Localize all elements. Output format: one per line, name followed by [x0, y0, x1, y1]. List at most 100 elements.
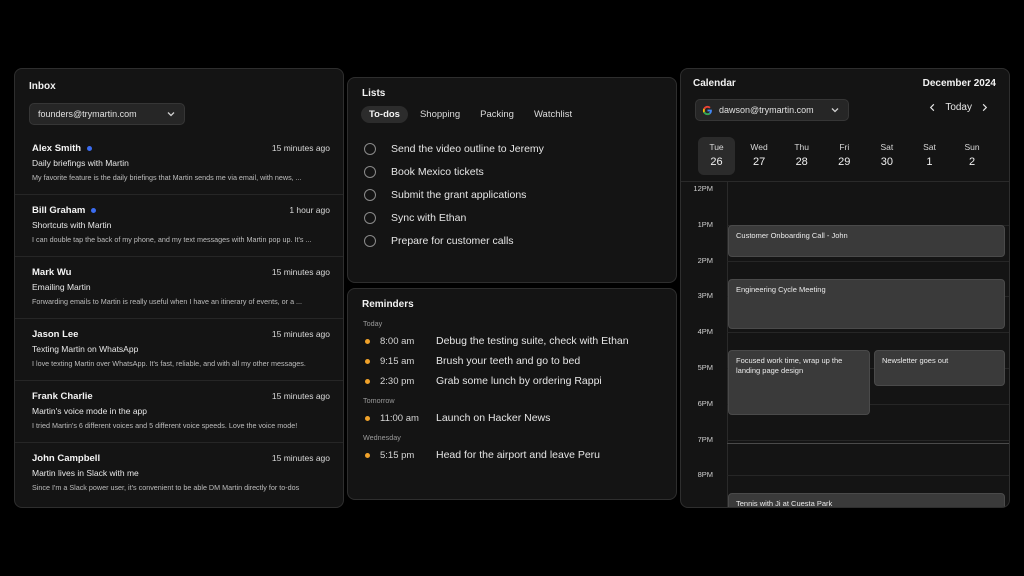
email-row[interactable]: Jason Lee 15 minutes ago Texting Martin on…: [15, 319, 343, 381]
email-subject: Martin's voice mode in the app: [32, 406, 148, 416]
email-preview: I tried Martin's 6 different voices and …: [32, 421, 298, 430]
chevron-left-icon[interactable]: [928, 103, 937, 112]
todo-list: Send the video outline to Jeremy Book Mex…: [364, 137, 544, 252]
reminder-text: Debug the testing suite, check with Etha…: [436, 335, 629, 347]
inbox-account-select[interactable]: founders@trymartin.com: [29, 103, 185, 125]
todo-checkbox[interactable]: [364, 142, 376, 155]
email-subject: Texting Martin on WhatsApp: [32, 344, 139, 354]
inbox-title: Inbox: [29, 81, 56, 92]
reminder-group-label: Today: [363, 319, 383, 328]
chevron-right-icon[interactable]: [980, 103, 989, 112]
hour-row: 8PM: [681, 470, 1009, 479]
email-sender: John Campbell: [32, 452, 101, 464]
day-sun-2[interactable]: Sun 2: [954, 137, 991, 175]
email-header: John Campbell 15 minutes ago: [32, 452, 330, 464]
email-subject: Emailing Martin: [32, 282, 91, 292]
todo-checkbox[interactable]: [364, 188, 376, 201]
todo-checkbox[interactable]: [364, 234, 376, 247]
reminder-time: 8:00 am: [380, 335, 415, 347]
email-row[interactable]: Frank Charlie 15 minutes ago Martin's voic…: [15, 381, 343, 443]
day-fri-29[interactable]: Fri 29: [826, 137, 863, 175]
day-sat-30[interactable]: Sat 30: [868, 137, 905, 175]
calendar-event[interactable]: Tennis with Ji at Cuesta Park: [728, 493, 1005, 507]
google-icon: [702, 105, 712, 115]
todo-checkbox[interactable]: [364, 211, 376, 224]
calendar-month: December 2024: [922, 78, 996, 89]
list-tabs: To-dos Shopping Packing Watchlist: [361, 106, 580, 123]
email-subject: Shortcuts with Martin: [32, 220, 112, 230]
day-number: 29: [838, 156, 851, 168]
reminder-text: Brush your teeth and go to bed: [436, 355, 581, 367]
hour-label: 7PM: [697, 434, 713, 444]
email-row[interactable]: Bill Graham 1 hour ago Shortcuts with Mart…: [15, 195, 343, 257]
day-number: 2: [969, 156, 976, 168]
tab-packing[interactable]: Packing: [472, 106, 522, 123]
calendar-event[interactable]: Newsletter goes out: [873, 350, 1005, 386]
day-number: 28: [795, 156, 808, 168]
reminder-item[interactable]: 8:00 am Debug the testing suite, check wi…: [363, 331, 629, 351]
hour-label: 12PM: [693, 184, 713, 193]
day-wed-27[interactable]: Wed 27: [741, 137, 778, 175]
email-row[interactable]: John Campbell 15 minutes ago Martin lives …: [15, 443, 343, 505]
hour-label: 2PM: [697, 255, 713, 265]
hour-gridline: [727, 439, 1009, 441]
reminder-item[interactable]: 11:00 am Launch on Hacker News: [363, 408, 629, 428]
lists-panel: Lists To-dos Shopping Packing Watchlist Sen…: [347, 77, 677, 283]
email-sender: Mark Wu: [32, 266, 72, 278]
day-sat-1[interactable]: Sat 1: [911, 137, 948, 175]
tab-shopping[interactable]: Shopping: [412, 106, 468, 123]
reminder-group-label: Tomorrow: [363, 396, 395, 405]
email-time: 15 minutes ago: [271, 391, 330, 401]
hour-gridline: [727, 260, 1009, 262]
day-number: 26: [710, 156, 723, 168]
reminder-time: 2:30 pm: [380, 375, 415, 387]
day-name: Sat: [923, 142, 936, 152]
calendar-event[interactable]: Engineering Cycle Meeting: [728, 278, 1005, 329]
email-sender: Alex Smith: [32, 142, 82, 154]
inbox-panel: Inbox founders@trymartin.com Alex Smith 1…: [14, 68, 344, 508]
email-row[interactable]: Alex Smith 15 minutes ago Daily briefings …: [15, 133, 343, 195]
day-tue-26[interactable]: Tue 26: [698, 137, 735, 175]
reminder-item[interactable]: 5:15 pm Head for the airport and leave Pe…: [363, 445, 629, 465]
hour-label: 3PM: [697, 291, 713, 301]
email-header: Alex Smith 15 minutes ago: [32, 142, 330, 154]
calendar-grid[interactable]: 12PM 1PM 2PM 3PM 4PM 5PM 6PM 7PM 8PM Customer Onb…: [681, 182, 1009, 507]
day-name: Sun: [964, 142, 980, 152]
todo-checkbox[interactable]: [364, 165, 376, 178]
email-sender: Jason Lee: [32, 328, 79, 340]
calendar-account-select[interactable]: dawson@trymartin.com: [695, 99, 849, 121]
todo-text: Book Mexico tickets: [391, 165, 484, 178]
hour-label: 8PM: [697, 470, 713, 480]
day-name: Thu: [794, 142, 810, 152]
email-sender: Bill Graham: [32, 204, 86, 216]
reminder-item[interactable]: 9:15 am Brush your teeth and go to bed: [363, 351, 629, 371]
reminder-item[interactable]: 2:30 pm Grab some lunch by ordering Rappi: [363, 371, 629, 391]
tab-to-dos[interactable]: To-dos: [361, 106, 408, 123]
day-name: Wed: [750, 142, 768, 152]
calendar-title: Calendar: [693, 78, 736, 89]
email-row[interactable]: Mark Wu 15 minutes ago Emailing Martin Forw…: [15, 257, 343, 319]
todo-item: Book Mexico tickets: [364, 160, 544, 183]
email-header: Bill Graham 1 hour ago: [32, 204, 330, 216]
hour-row: 7PM: [681, 435, 1009, 444]
email-preview: I love texting Martin over WhatsApp. It'…: [32, 359, 306, 368]
chevron-down-icon: [167, 112, 175, 117]
email-time: 15 minutes ago: [271, 143, 330, 153]
calendar-event[interactable]: Focused work time, wrap up the landing p…: [728, 350, 870, 415]
today-button[interactable]: Today: [945, 102, 972, 113]
hour-row: 12PM: [681, 184, 1009, 193]
calendar-account-value: dawson@trymartin.com: [719, 105, 814, 115]
tab-watchlist[interactable]: Watchlist: [526, 106, 580, 123]
hour-label: 5PM: [697, 363, 713, 372]
unread-dot: [87, 145, 93, 151]
hour-row: 2PM: [681, 256, 1009, 265]
email-preview: Since I'm a Slack power user, it's conve…: [32, 483, 300, 492]
calendar-event[interactable]: Customer Onboarding Call - John: [728, 224, 1005, 258]
reminder-time: 9:15 am: [380, 355, 415, 367]
todo-text: Sync with Ethan: [391, 211, 467, 224]
day-thu-28[interactable]: Thu 28: [783, 137, 820, 175]
day-name: Sat: [880, 142, 894, 152]
day-name: Tue: [709, 142, 724, 152]
todo-item: Send the video outline to Jeremy: [364, 137, 544, 160]
inbox-account-value: founders@trymartin.com: [38, 109, 137, 119]
